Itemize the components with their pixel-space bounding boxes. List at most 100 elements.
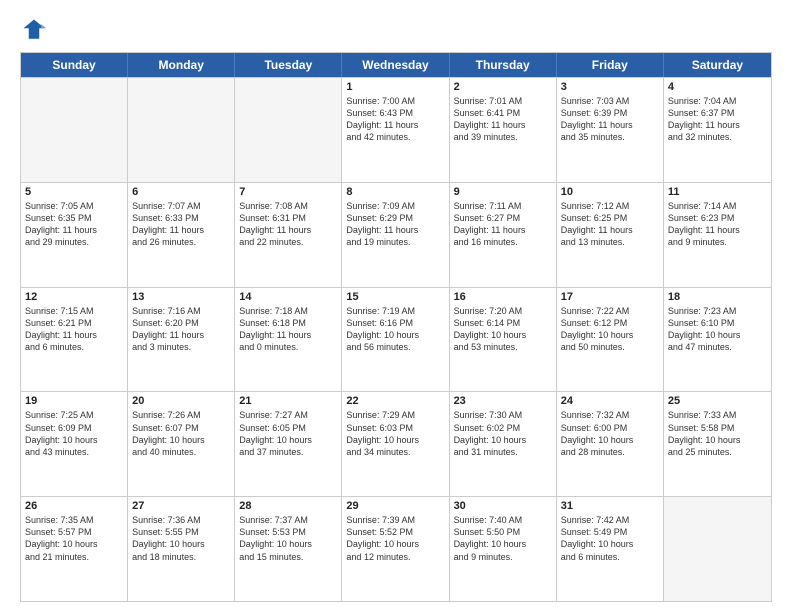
calendar-cell: 19 Sunrise: 7:25 AM Sunset: 6:09 PM Dayli… — [21, 392, 128, 496]
header — [20, 16, 772, 44]
calendar-cell — [128, 78, 235, 182]
week-row-5: 26 Sunrise: 7:35 AM Sunset: 5:57 PM Dayli… — [21, 496, 771, 601]
calendar-cell: 10 Sunrise: 7:12 AM Sunset: 6:25 PM Dayli… — [557, 183, 664, 287]
cell-details: Sunrise: 7:12 AM Sunset: 6:25 PM Dayligh… — [561, 200, 659, 249]
day-number: 5 — [25, 186, 123, 198]
cell-details: Sunrise: 7:37 AM Sunset: 5:53 PM Dayligh… — [239, 514, 337, 563]
day-number: 6 — [132, 186, 230, 198]
calendar-cell: 7 Sunrise: 7:08 AM Sunset: 6:31 PM Daylig… — [235, 183, 342, 287]
day-number: 8 — [346, 186, 444, 198]
day-number: 7 — [239, 186, 337, 198]
day-number: 29 — [346, 500, 444, 512]
cell-details: Sunrise: 7:32 AM Sunset: 6:00 PM Dayligh… — [561, 409, 659, 458]
day-number: 10 — [561, 186, 659, 198]
calendar-cell: 17 Sunrise: 7:22 AM Sunset: 6:12 PM Dayli… — [557, 288, 664, 392]
calendar-cell: 20Sunrise: 7:26 AM Sunset: 6:07 PM Dayli… — [128, 392, 235, 496]
day-number: 28 — [239, 500, 337, 512]
calendar-cell: 14 Sunrise: 7:18 AM Sunset: 6:18 PM Dayli… — [235, 288, 342, 392]
cell-details: Sunrise: 7:11 AM Sunset: 6:27 PM Dayligh… — [454, 200, 552, 249]
cell-details: Sunrise: 7:18 AM Sunset: 6:18 PM Dayligh… — [239, 305, 337, 354]
calendar-cell: 11 Sunrise: 7:14 AM Sunset: 6:23 PM Dayli… — [664, 183, 771, 287]
day-header-saturday: Saturday — [664, 53, 771, 77]
day-number: 17 — [561, 291, 659, 303]
day-number: 16 — [454, 291, 552, 303]
day-number: 14 — [239, 291, 337, 303]
day-number: 2 — [454, 81, 552, 93]
day-number: 21 — [239, 395, 337, 407]
page: SundayMondayTuesdayWednesdayThursdayFrid… — [0, 0, 792, 612]
day-header-friday: Friday — [557, 53, 664, 77]
day-number: 15 — [346, 291, 444, 303]
day-number: 31 — [561, 500, 659, 512]
day-header-thursday: Thursday — [450, 53, 557, 77]
cell-details: Sunrise: 7:26 AM Sunset: 6:07 PM Dayligh… — [132, 409, 230, 458]
cell-details: Sunrise: 7:14 AM Sunset: 6:23 PM Dayligh… — [668, 200, 767, 249]
day-number: 3 — [561, 81, 659, 93]
cell-details: Sunrise: 7:20 AM Sunset: 6:14 PM Dayligh… — [454, 305, 552, 354]
calendar-cell: 21Sunrise: 7:27 AM Sunset: 6:05 PM Dayli… — [235, 392, 342, 496]
day-number: 1 — [346, 81, 444, 93]
calendar-cell: 13 Sunrise: 7:16 AM Sunset: 6:20 PM Dayli… — [128, 288, 235, 392]
cell-details: Sunrise: 7:29 AM Sunset: 6:03 PM Dayligh… — [346, 409, 444, 458]
day-number: 30 — [454, 500, 552, 512]
week-row-3: 12 Sunrise: 7:15 AM Sunset: 6:21 PM Dayli… — [21, 287, 771, 392]
day-header-wednesday: Wednesday — [342, 53, 449, 77]
cell-details: Sunrise: 7:04 AM Sunset: 6:37 PM Dayligh… — [668, 95, 767, 144]
cell-details: Sunrise: 7:03 AM Sunset: 6:39 PM Dayligh… — [561, 95, 659, 144]
cell-details: Sunrise: 7:15 AM Sunset: 6:21 PM Dayligh… — [25, 305, 123, 354]
calendar-cell: 25Sunrise: 7:33 AM Sunset: 5:58 PM Dayli… — [664, 392, 771, 496]
day-number: 22 — [346, 395, 444, 407]
day-number: 12 — [25, 291, 123, 303]
calendar-cell: 31Sunrise: 7:42 AM Sunset: 5:49 PM Dayli… — [557, 497, 664, 601]
calendar-cell: 6Sunrise: 7:07 AM Sunset: 6:33 PM Daylig… — [128, 183, 235, 287]
day-number: 13 — [132, 291, 230, 303]
cell-details: Sunrise: 7:16 AM Sunset: 6:20 PM Dayligh… — [132, 305, 230, 354]
calendar-cell: 8Sunrise: 7:09 AM Sunset: 6:29 PM Daylig… — [342, 183, 449, 287]
calendar-cell: 26 Sunrise: 7:35 AM Sunset: 5:57 PM Dayli… — [21, 497, 128, 601]
cell-details: Sunrise: 7:08 AM Sunset: 6:31 PM Dayligh… — [239, 200, 337, 249]
day-header-monday: Monday — [128, 53, 235, 77]
calendar-cell: 3 Sunrise: 7:03 AM Sunset: 6:39 PM Daylig… — [557, 78, 664, 182]
calendar-cell: 18 Sunrise: 7:23 AM Sunset: 6:10 PM Dayli… — [664, 288, 771, 392]
calendar: SundayMondayTuesdayWednesdayThursdayFrid… — [20, 52, 772, 602]
calendar-cell: 15Sunrise: 7:19 AM Sunset: 6:16 PM Dayli… — [342, 288, 449, 392]
day-number: 4 — [668, 81, 767, 93]
cell-details: Sunrise: 7:25 AM Sunset: 6:09 PM Dayligh… — [25, 409, 123, 458]
cell-details: Sunrise: 7:30 AM Sunset: 6:02 PM Dayligh… — [454, 409, 552, 458]
day-header-tuesday: Tuesday — [235, 53, 342, 77]
week-row-4: 19 Sunrise: 7:25 AM Sunset: 6:09 PM Dayli… — [21, 391, 771, 496]
cell-details: Sunrise: 7:23 AM Sunset: 6:10 PM Dayligh… — [668, 305, 767, 354]
calendar-cell: 28 Sunrise: 7:37 AM Sunset: 5:53 PM Dayli… — [235, 497, 342, 601]
calendar-cell: 22 Sunrise: 7:29 AM Sunset: 6:03 PM Dayli… — [342, 392, 449, 496]
day-number: 26 — [25, 500, 123, 512]
cell-details: Sunrise: 7:39 AM Sunset: 5:52 PM Dayligh… — [346, 514, 444, 563]
calendar-cell: 2 Sunrise: 7:01 AM Sunset: 6:41 PM Daylig… — [450, 78, 557, 182]
day-number: 27 — [132, 500, 230, 512]
day-number: 9 — [454, 186, 552, 198]
cell-details: Sunrise: 7:35 AM Sunset: 5:57 PM Dayligh… — [25, 514, 123, 563]
cell-details: Sunrise: 7:22 AM Sunset: 6:12 PM Dayligh… — [561, 305, 659, 354]
calendar-cell: 4 Sunrise: 7:04 AM Sunset: 6:37 PM Daylig… — [664, 78, 771, 182]
week-row-1: 1 Sunrise: 7:00 AM Sunset: 6:43 PM Daylig… — [21, 77, 771, 182]
calendar-header: SundayMondayTuesdayWednesdayThursdayFrid… — [21, 53, 771, 77]
week-row-2: 5Sunrise: 7:05 AM Sunset: 6:35 PM Daylig… — [21, 182, 771, 287]
calendar-cell: 24 Sunrise: 7:32 AM Sunset: 6:00 PM Dayli… — [557, 392, 664, 496]
day-header-sunday: Sunday — [21, 53, 128, 77]
logo-icon — [20, 16, 48, 44]
calendar-cell — [235, 78, 342, 182]
calendar-cell — [664, 497, 771, 601]
calendar-body: 1 Sunrise: 7:00 AM Sunset: 6:43 PM Daylig… — [21, 77, 771, 601]
cell-details: Sunrise: 7:01 AM Sunset: 6:41 PM Dayligh… — [454, 95, 552, 144]
calendar-cell: 30Sunrise: 7:40 AM Sunset: 5:50 PM Dayli… — [450, 497, 557, 601]
day-number: 24 — [561, 395, 659, 407]
calendar-cell: 29 Sunrise: 7:39 AM Sunset: 5:52 PM Dayli… — [342, 497, 449, 601]
calendar-cell — [21, 78, 128, 182]
day-number: 11 — [668, 186, 767, 198]
calendar-cell: 23 Sunrise: 7:30 AM Sunset: 6:02 PM Dayli… — [450, 392, 557, 496]
day-number: 18 — [668, 291, 767, 303]
day-number: 19 — [25, 395, 123, 407]
day-number: 23 — [454, 395, 552, 407]
cell-details: Sunrise: 7:33 AM Sunset: 5:58 PM Dayligh… — [668, 409, 767, 458]
cell-details: Sunrise: 7:00 AM Sunset: 6:43 PM Dayligh… — [346, 95, 444, 144]
cell-details: Sunrise: 7:36 AM Sunset: 5:55 PM Dayligh… — [132, 514, 230, 563]
